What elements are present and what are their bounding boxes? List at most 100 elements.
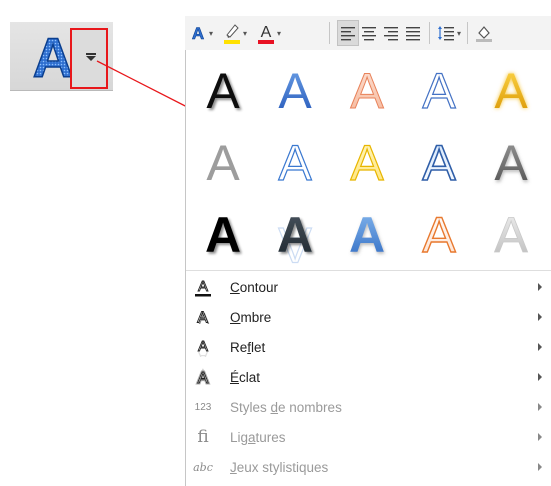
outline-a-icon: A [192,276,214,298]
svg-text:A: A [206,63,240,119]
text-effect-preview-icon: A [494,63,528,119]
text-effects-dropdown-panel: AAAAAAAAAAAAAAAA A Contour A A Ombre A A Reflet… [185,50,551,486]
svg-text:A: A [206,135,240,191]
svg-text:A: A [350,135,384,191]
text-effect-style-orange-gradient-outline[interactable]: A [403,201,475,267]
svg-text:A: A [422,135,456,191]
toolbar-separator [429,22,430,44]
svg-text:A: A [198,278,208,295]
text-effect-preview-icon: A [350,134,385,191]
text-effect-style-dark-bevel[interactable]: A [259,201,331,267]
svg-text:A: A [422,63,456,119]
text-effects-toolbar-button[interactable]: A ▾ [189,21,213,45]
chevron-down-icon: ▾ [277,28,282,38]
text-effect-style-gray-shadow[interactable]: A [475,129,547,195]
line-spacing-icon [438,26,454,41]
menu-item-styles-de-nombres[interactable]: 123 Styles de nombres [186,392,551,422]
justify-button[interactable] [405,21,421,45]
text-effect-preview-icon: A [349,207,385,263]
text-effect-preview-icon: A [494,207,529,264]
text-effect-style-blue-double-outline[interactable]: A [403,129,475,195]
svg-text:A: A [192,24,204,43]
svg-text:A: A [197,310,208,327]
text-effect-preview-icon: A [422,206,457,263]
number-styles-icon: 123 [194,401,212,413]
text-effects-icon: A [192,24,205,43]
svg-text:A: A [33,30,73,82]
menu-item-label: Ombre [230,309,272,325]
text-effect-preview-icon: A [422,62,457,119]
text-effect-preview-icon: A [277,207,313,263]
font-color-button[interactable]: A ▾ [257,21,281,45]
text-effect-style-blue-fill[interactable]: A [259,57,331,123]
menu-item-label: Reflet [230,339,266,355]
menu-item-contour[interactable]: A Contour [186,272,551,302]
stylistic-sets-icon: abc [193,460,213,474]
formatting-toolbar: A ▾ ▾ A ▾ ▾ [185,16,551,51]
glow-a-icon: AA [192,366,214,388]
svg-text:A: A [198,348,208,357]
chevron-down-icon: ▾ [209,28,214,38]
submenu-arrow-icon [538,313,542,321]
text-effect-preview-icon: A [422,134,458,192]
submenu-arrow-icon [538,403,542,411]
gallery-divider [186,270,551,271]
menu-item-label: Jeux stylistiques [230,459,329,475]
menu-item-jeux-stylistiques[interactable]: abc Jeux stylistiques [186,452,551,482]
reflection-a-icon: AA [192,336,214,358]
text-effect-preview-icon: A [278,63,312,119]
menu-item-label: Styles de nombres [230,399,342,415]
text-effect-preview-icon: A [494,135,528,191]
shading-button[interactable] [475,21,493,45]
svg-text:A: A [277,207,313,263]
menu-item-ombre[interactable]: A A Ombre [186,302,551,332]
align-left-icon [341,27,355,41]
shadow-a-icon: AA [192,306,214,328]
toolbar-separator [329,22,330,44]
text-effect-style-gold-glow[interactable]: A [475,57,547,123]
submenu-arrow-icon [538,373,542,381]
submenu-arrow-icon [538,463,542,471]
svg-text:A: A [205,207,241,263]
text-effect-style-yellow-outline[interactable]: A [331,129,403,195]
submenu-arrow-icon [538,283,542,291]
text-effects-menu: A Contour A A Ombre A A Reflet A A Éclat 123 Styles … [186,272,551,482]
menu-item-label: Éclat [230,369,261,385]
submenu-arrow-icon [538,343,542,351]
text-effect-style-orange-outline-soft[interactable]: A [331,57,403,123]
text-effect-preview-icon: A [205,207,241,263]
line-spacing-button[interactable]: ▾ [437,21,461,45]
svg-text:A: A [261,24,272,41]
chevron-down-icon: ▾ [457,28,462,38]
align-right-icon [384,27,398,41]
highlighter-icon [224,24,240,44]
svg-text:A: A [422,207,456,263]
shading-icon [476,26,492,42]
text-effect-style-blue-outline[interactable]: A [403,57,475,123]
text-effect-style-gray-fill[interactable]: A [187,129,259,195]
svg-text:A: A [494,63,528,119]
menu-item-reflet[interactable]: A A Reflet [186,332,551,362]
menu-item-label: Ligatures [230,429,286,445]
svg-text:A: A [278,63,312,119]
menu-item-éclat[interactable]: A A Éclat [186,362,551,392]
text-effect-style-blue-reflection[interactable]: AA [259,129,331,273]
justify-icon [406,27,420,41]
text-effects-gallery: AAAAAAAAAAAAAAAA [186,50,551,273]
menu-item-ligatures[interactable]: fi Ligatures [186,422,551,452]
highlight-color-button[interactable]: ▾ [223,21,247,45]
align-center-button[interactable] [361,21,377,45]
svg-text:A: A [494,135,528,191]
chevron-down-icon [86,53,96,61]
toolbar-separator [467,22,468,44]
text-effects-dropdown-button[interactable] [70,28,108,89]
svg-text:A: A [350,63,384,119]
text-effect-style-black-bold-shadow[interactable]: A [187,201,259,267]
text-effect-preview-icon: A [206,63,240,119]
text-effect-style-black-shadow[interactable]: A [187,57,259,123]
text-effect-style-silver-fade[interactable]: A [475,201,547,267]
align-left-button[interactable] [337,20,359,46]
align-right-button[interactable] [383,21,399,45]
text-effect-preview-icon: A [350,63,385,120]
text-effect-style-blue-bevel[interactable]: A [331,201,403,267]
